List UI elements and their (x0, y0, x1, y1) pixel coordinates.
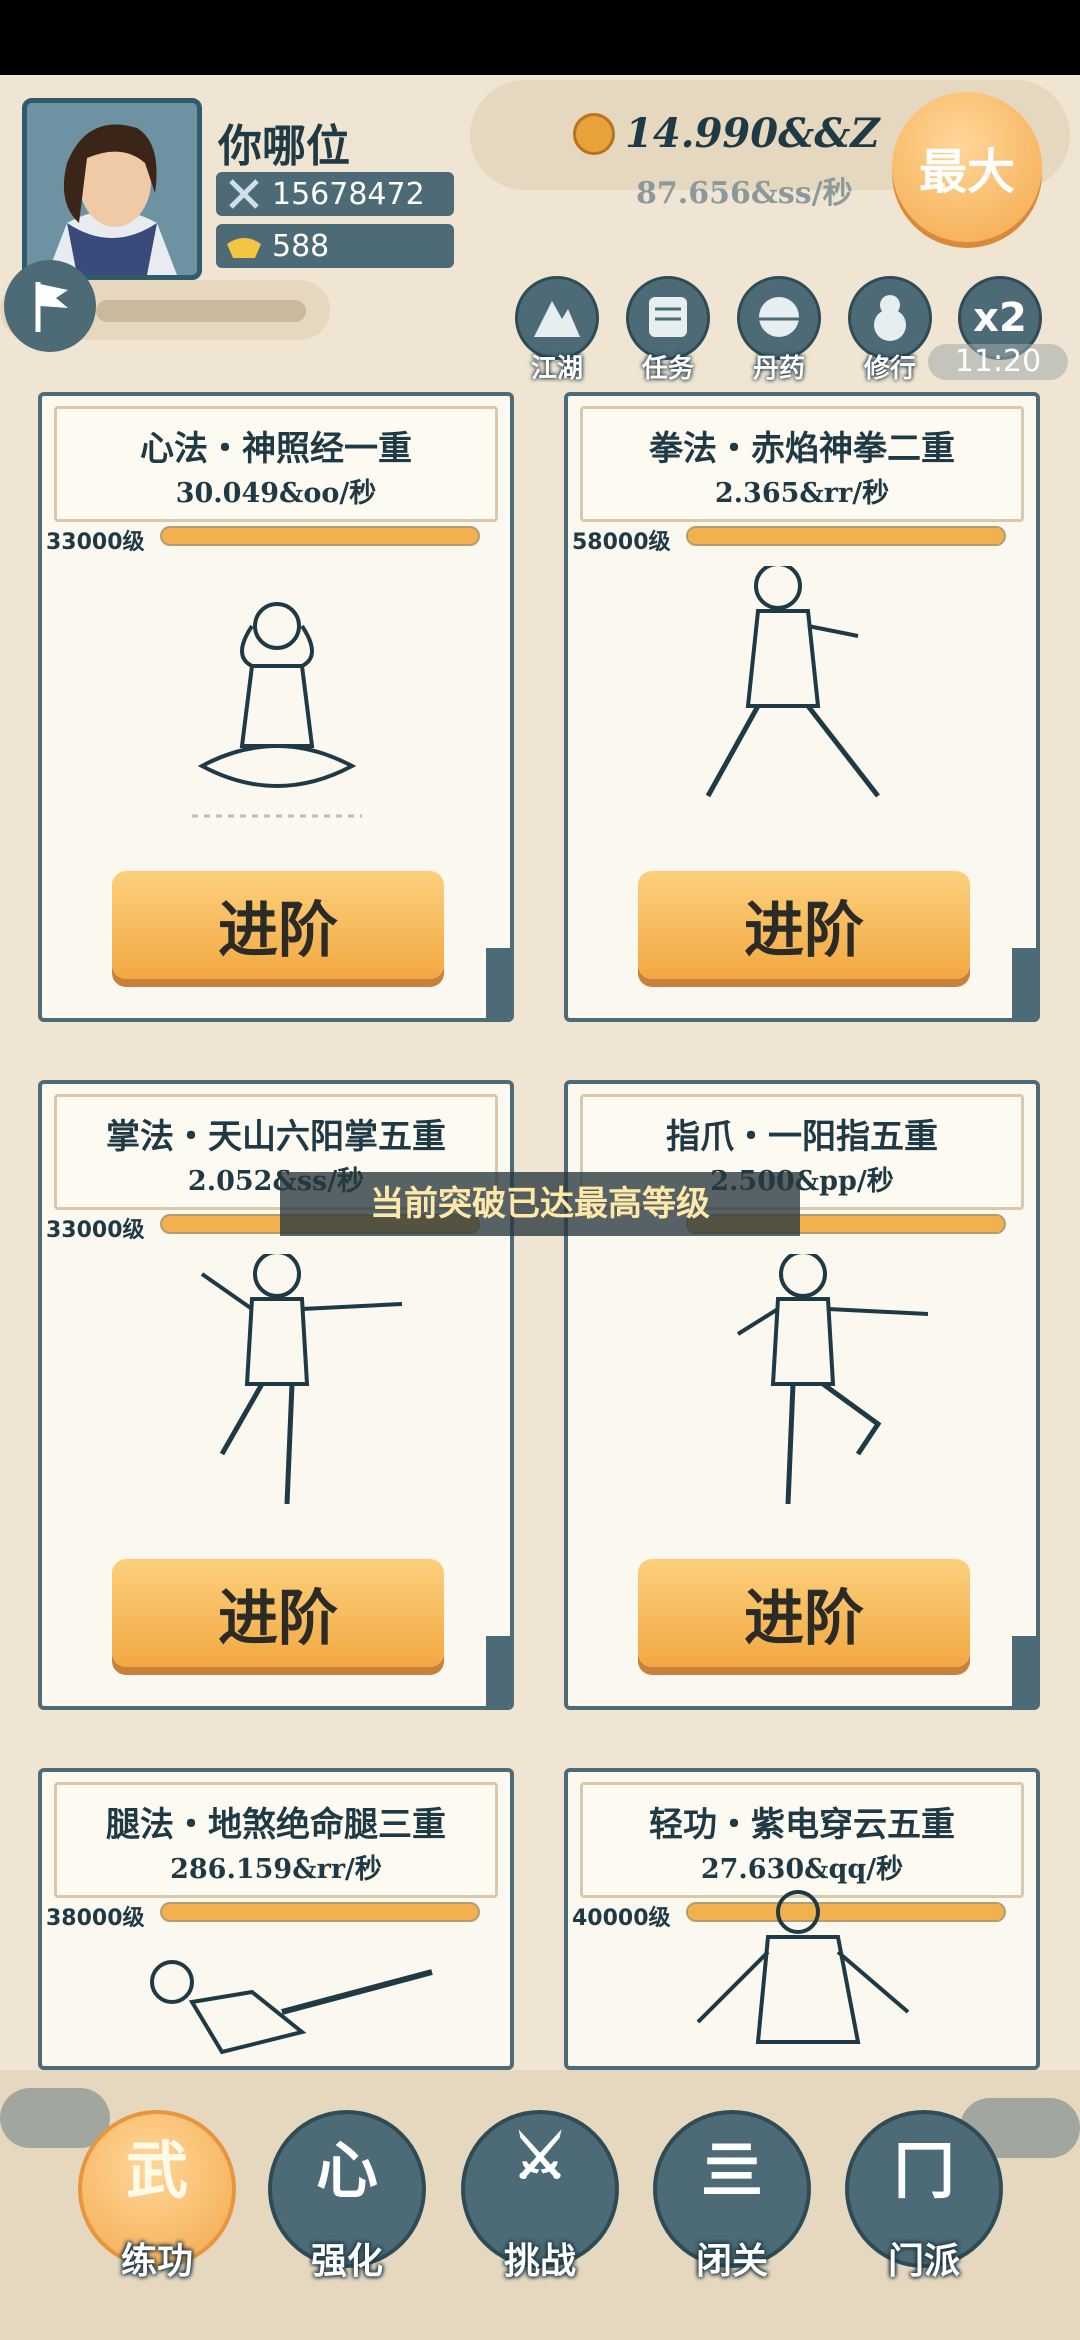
player-name: 你哪位 (218, 121, 350, 172)
kick-stance-figure (150, 1960, 433, 2055)
skill-level: 33000级 (46, 1218, 145, 1243)
level-progress-fill (162, 1904, 478, 1920)
lightfoot-stance-figure (696, 1890, 910, 2044)
tasks-label: 任务 (641, 354, 694, 384)
palm-stance-figure (200, 1254, 403, 1505)
experience-bar (96, 300, 306, 322)
jianghu-label: 江湖 (530, 354, 583, 384)
gold-ingot-icon (216, 224, 272, 268)
card-corner (1012, 948, 1036, 1018)
card-corner (486, 1636, 510, 1706)
gold-rate: 87.656&ss/秒 (636, 176, 853, 211)
advance-button[interactable]: 进阶 (638, 1559, 970, 1667)
skill-card: 心法・神照经一重 30.049&oo/秒 33000级 进阶 (38, 392, 514, 1022)
gold-coin-icon (573, 113, 615, 155)
skill-title: 腿法・地煞绝命腿三重 (106, 1805, 446, 1845)
nav-enhance-label: 强化 (310, 2240, 383, 2282)
fist-stance-figure (705, 566, 880, 798)
level-progress-bar (160, 526, 480, 546)
ingot-count: 588 (216, 224, 454, 268)
level-progress-fill (162, 528, 478, 544)
skill-level: 33000级 (46, 530, 145, 555)
skill-card: 轻功・紫电穿云五重 27.630&qq/秒 40000级 (564, 1768, 1040, 2070)
nav-sect-label: 门派 (887, 2240, 960, 2282)
level-progress-fill (688, 528, 1004, 544)
combat-power-value: 15678472 (272, 176, 425, 212)
ingot-value: 588 (272, 228, 330, 264)
crossed-swords-icon: ⚔ (512, 2120, 568, 2193)
skill-title: 心法・神照经一重 (140, 429, 412, 469)
gold-total: 14.990&&Z (625, 110, 880, 157)
pills-label: 丹药 (752, 354, 805, 384)
skill-rate: 30.049&oo/秒 (175, 478, 377, 509)
martial-artist-icon: 武 (125, 2134, 188, 2207)
card-corner (1012, 1636, 1036, 1706)
heart-calligraphy-icon: 心 (315, 2134, 378, 2207)
meditating-figure (192, 602, 362, 818)
skill-title: 指爪・一阳指五重 (666, 1117, 938, 1157)
skill-rate: 2.365&rr/秒 (714, 478, 890, 509)
skill-title: 轻功・紫电穿云五重 (649, 1805, 955, 1845)
gourd-icon (874, 295, 906, 341)
card-header: 拳法・赤焰神拳二重 2.365&rr/秒 (580, 406, 1024, 522)
speed-timer: 11:20 (928, 344, 1068, 380)
training-label: 修行 (863, 354, 916, 384)
nav-seclusion-label: 闭关 (695, 2240, 768, 2282)
scroll-icon (649, 297, 687, 337)
skill-level: 40000级 (572, 1906, 671, 1931)
flag-icon (35, 282, 68, 332)
level-progress-bar (160, 1902, 480, 1922)
skill-title: 掌法・天山六阳掌五重 (106, 1117, 446, 1157)
skill-level: 58000级 (572, 530, 671, 555)
skill-card: 腿法・地煞绝命腿三重 286.159&rr/秒 38000级 (38, 1768, 514, 2070)
skill-card: 拳法・赤焰神拳二重 2.365&rr/秒 58000级 进阶 (564, 392, 1040, 1022)
nav-challenge-label: 挑战 (503, 2240, 576, 2282)
crossed-swords-icon (216, 172, 272, 216)
gate-icon: 冂 (892, 2134, 955, 2207)
mountain-icon (534, 301, 580, 337)
max-button[interactable]: 最大 (892, 92, 1042, 242)
skill-title: 拳法・赤焰神拳二重 (649, 429, 955, 469)
pill-icon (759, 297, 799, 337)
level-progress-bar (686, 526, 1006, 546)
card-header: 心法・神照经一重 30.049&oo/秒 (54, 406, 498, 522)
sect-flag-button[interactable] (4, 260, 96, 352)
nav-practice-label: 练功 (120, 2240, 193, 2282)
combat-power: 15678472 (216, 172, 454, 216)
advance-button[interactable]: 进阶 (638, 871, 970, 979)
advance-button[interactable]: 进阶 (112, 871, 444, 979)
max-level-toast: 当前突破已达最高等级 (280, 1172, 800, 1236)
skill-level: 38000级 (46, 1906, 145, 1931)
skill-rate: 286.159&rr/秒 (170, 1854, 382, 1885)
advance-button[interactable]: 进阶 (112, 1559, 444, 1667)
card-corner (486, 948, 510, 1018)
finger-stance-figure (736, 1254, 929, 1505)
shrine-icon: 亖 (700, 2134, 763, 2207)
card-header: 腿法・地煞绝命腿三重 286.159&rr/秒 (54, 1782, 498, 1898)
status-bar (0, 0, 1080, 75)
avatar[interactable] (22, 98, 202, 280)
